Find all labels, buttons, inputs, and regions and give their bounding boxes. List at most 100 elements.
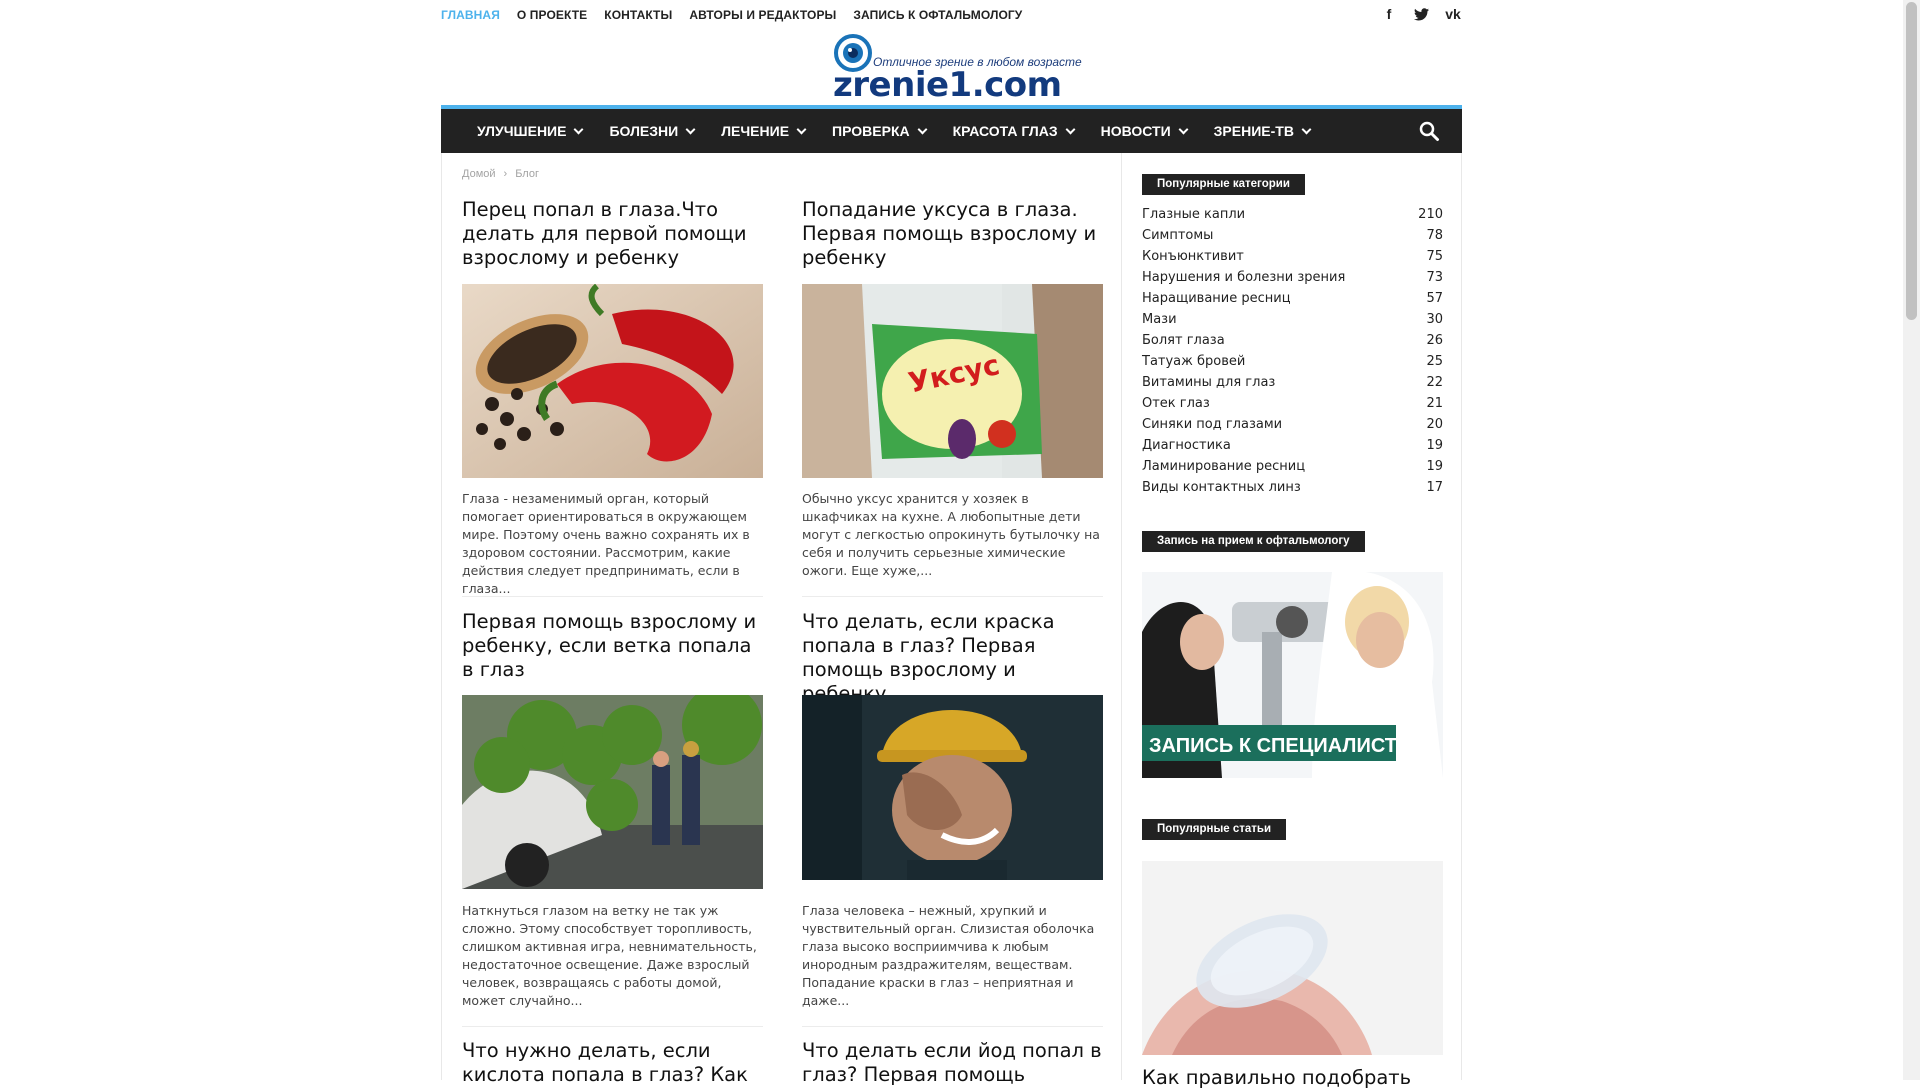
article-thumbnail-branch[interactable]	[462, 695, 763, 889]
category-item[interactable]: Диагностика 19	[1142, 435, 1443, 456]
category-item[interactable]: Конъюнктивит 75	[1142, 246, 1443, 267]
article-thumbnail-pepper[interactable]	[462, 284, 763, 478]
article-title[interactable]: Первая помощь взрослому и ребенку, если …	[462, 610, 763, 682]
nav-item-beauty[interactable]: КРАСОТА ГЛАЗ	[953, 123, 1101, 139]
topmenu-appointment[interactable]: ЗАПИСЬ К ОФТАЛЬМОЛОГУ	[853, 8, 1022, 22]
topmenu-contacts[interactable]: КОНТАКТЫ	[604, 8, 672, 22]
category-count: 210	[1418, 207, 1443, 222]
category-name: Болят глаза	[1142, 333, 1225, 348]
article-excerpt: Глаза - незаменимый орган, который помог…	[462, 491, 750, 596]
top-menu: ГЛАВНАЯ О ПРОЕКТЕ КОНТАКТЫ АВТОРЫ И РЕДА…	[441, 8, 1022, 22]
nav-label: ЗРЕНИЕ-ТВ	[1213, 123, 1294, 139]
nav-label: БОЛЕЗНИ	[609, 123, 679, 139]
column-divider	[1121, 153, 1122, 1080]
category-count: 19	[1426, 438, 1443, 453]
topmenu-about[interactable]: О ПРОЕКТЕ	[517, 8, 587, 22]
chevron-down-icon	[685, 124, 696, 135]
appointment-banner[interactable]: ЗАПИСЬ К СПЕЦИАЛИСТУ	[1142, 572, 1443, 778]
category-name: Нарушения и болезни зрения	[1142, 270, 1346, 285]
main-nav: УЛУЧШЕНИЕ БОЛЕЗНИ ЛЕЧЕНИЕ ПРОВЕРКА КРАСО…	[441, 105, 1462, 153]
topmenu-home[interactable]: ГЛАВНАЯ	[441, 8, 500, 22]
logo-name: zrenie1.com	[833, 65, 1062, 105]
nav-item-diseases[interactable]: БОЛЕЗНИ	[609, 123, 721, 139]
nav-item-improvement[interactable]: УЛУЧШЕНИЕ	[477, 123, 609, 139]
category-item[interactable]: Ламинирование ресниц 19	[1142, 456, 1443, 477]
article-thumbnail-vinegar[interactable]: Уксус	[802, 284, 1103, 478]
chevron-down-icon	[796, 124, 807, 135]
category-name: Ламинирование ресниц	[1142, 459, 1306, 474]
nav-label: ЛЕЧЕНИЕ	[721, 123, 790, 139]
category-count: 57	[1426, 291, 1443, 306]
article-separator	[462, 1026, 763, 1027]
category-item[interactable]: Болят глаза 26	[1142, 330, 1443, 351]
category-item[interactable]: Синяки под глазами 20	[1142, 414, 1443, 435]
article-excerpt: Обычно уксус хранится у хозяек в шкафчик…	[802, 491, 1100, 578]
popular-article-title[interactable]: Как правильно подобрать	[1142, 1066, 1443, 1090]
category-item[interactable]: Симптомы 78	[1142, 225, 1443, 246]
category-item[interactable]: Татуаж бровей 25	[1142, 351, 1443, 372]
breadcrumb: Домой › Блог	[462, 168, 539, 180]
top-bar: ГЛАВНАЯ О ПРОЕКТЕ КОНТАКТЫ АВТОРЫ И РЕДА…	[441, 0, 1462, 30]
chevron-down-icon	[1178, 124, 1189, 135]
category-item[interactable]: Отек глаз 21	[1142, 393, 1443, 414]
category-count: 78	[1426, 228, 1443, 243]
social-links: f vk	[1380, 4, 1462, 24]
category-name: Диагностика	[1142, 438, 1231, 453]
topmenu-authors[interactable]: АВТОРЫ И РЕДАКТОРЫ	[689, 8, 836, 22]
category-name: Синяки под глазами	[1142, 417, 1283, 432]
nav-item-news[interactable]: НОВОСТИ	[1101, 123, 1214, 139]
chevron-down-icon	[1301, 124, 1312, 135]
article-thumbnail-paint[interactable]	[802, 695, 1103, 880]
article-title[interactable]: Попадание уксуса в глаза. Первая помощь …	[802, 198, 1103, 270]
article-separator	[462, 596, 763, 597]
category-count: 21	[1426, 396, 1443, 411]
category-item[interactable]: Виды контактных линз 17	[1142, 477, 1443, 498]
article-excerpt: Наткнуться глазом на ветку не так уж сло…	[462, 903, 757, 1008]
nav-item-treatment[interactable]: ЛЕЧЕНИЕ	[721, 123, 832, 139]
category-count: 30	[1426, 312, 1443, 327]
category-item[interactable]: Витамины для глаз 22	[1142, 372, 1443, 393]
nav-item-tv[interactable]: ЗРЕНИЕ-ТВ	[1214, 123, 1337, 139]
breadcrumb-home[interactable]: Домой	[462, 168, 496, 180]
chevron-down-icon	[1065, 124, 1076, 135]
nav-item-check[interactable]: ПРОВЕРКА	[832, 123, 953, 139]
nav-label: НОВОСТИ	[1100, 123, 1171, 139]
category-name: Наращивание ресниц	[1142, 291, 1291, 306]
category-name: Отек глаз	[1142, 396, 1210, 411]
category-count: 73	[1426, 270, 1443, 285]
category-item[interactable]: Глазные капли 210	[1142, 204, 1443, 225]
article-title[interactable]: Перец попал в глаза.Что делать для перво…	[462, 198, 763, 270]
category-name: Мази	[1142, 312, 1177, 327]
nav-label: КРАСОТА ГЛАЗ	[952, 123, 1058, 139]
site-logo[interactable]: Отличное зрение в любом возрасте zrenie1…	[833, 33, 1082, 105]
scrollbar-thumb[interactable]	[1906, 2, 1917, 320]
category-count: 22	[1426, 375, 1443, 390]
article-excerpt: Глаза человека – нежный, хрупкий и чувст…	[802, 903, 1095, 1008]
twitter-icon[interactable]	[1412, 4, 1430, 24]
categories-list: Глазные капли 210 Симптомы 78 Конъюнктивит…	[1142, 204, 1443, 498]
category-count: 26	[1426, 333, 1443, 348]
category-name: Глазные капли	[1142, 207, 1246, 222]
popular-block-title: Популярные статьи	[1142, 819, 1287, 840]
chevron-down-icon	[574, 124, 584, 135]
vk-icon[interactable]: vk	[1444, 4, 1462, 24]
article-separator	[802, 596, 1103, 597]
category-count: 20	[1426, 417, 1443, 432]
category-count: 19	[1426, 459, 1443, 474]
category-name: Татуаж бровей	[1142, 354, 1246, 369]
article-card: Попадание уксуса в глаза. Первая помощь …	[802, 198, 1103, 597]
article-separator	[802, 1026, 1103, 1027]
popular-article-thumbnail-lens[interactable]	[1142, 861, 1443, 1055]
nav-label: ПРОВЕРКА	[832, 123, 910, 139]
category-count: 25	[1426, 354, 1443, 369]
category-item[interactable]: Наращивание ресниц 57	[1142, 288, 1443, 309]
chevron-down-icon	[917, 124, 928, 135]
category-name: Симптомы	[1142, 228, 1214, 243]
category-item[interactable]: Мази 30	[1142, 309, 1443, 330]
search-icon[interactable]	[1418, 120, 1440, 142]
category-item[interactable]: Нарушения и болезни зрения 73	[1142, 267, 1443, 288]
facebook-icon[interactable]: f	[1380, 4, 1398, 24]
article-title[interactable]: Что делать, если краска попала в глаз? П…	[802, 610, 1103, 706]
breadcrumb-current[interactable]: Блог	[515, 168, 539, 180]
category-count: 75	[1426, 249, 1443, 264]
